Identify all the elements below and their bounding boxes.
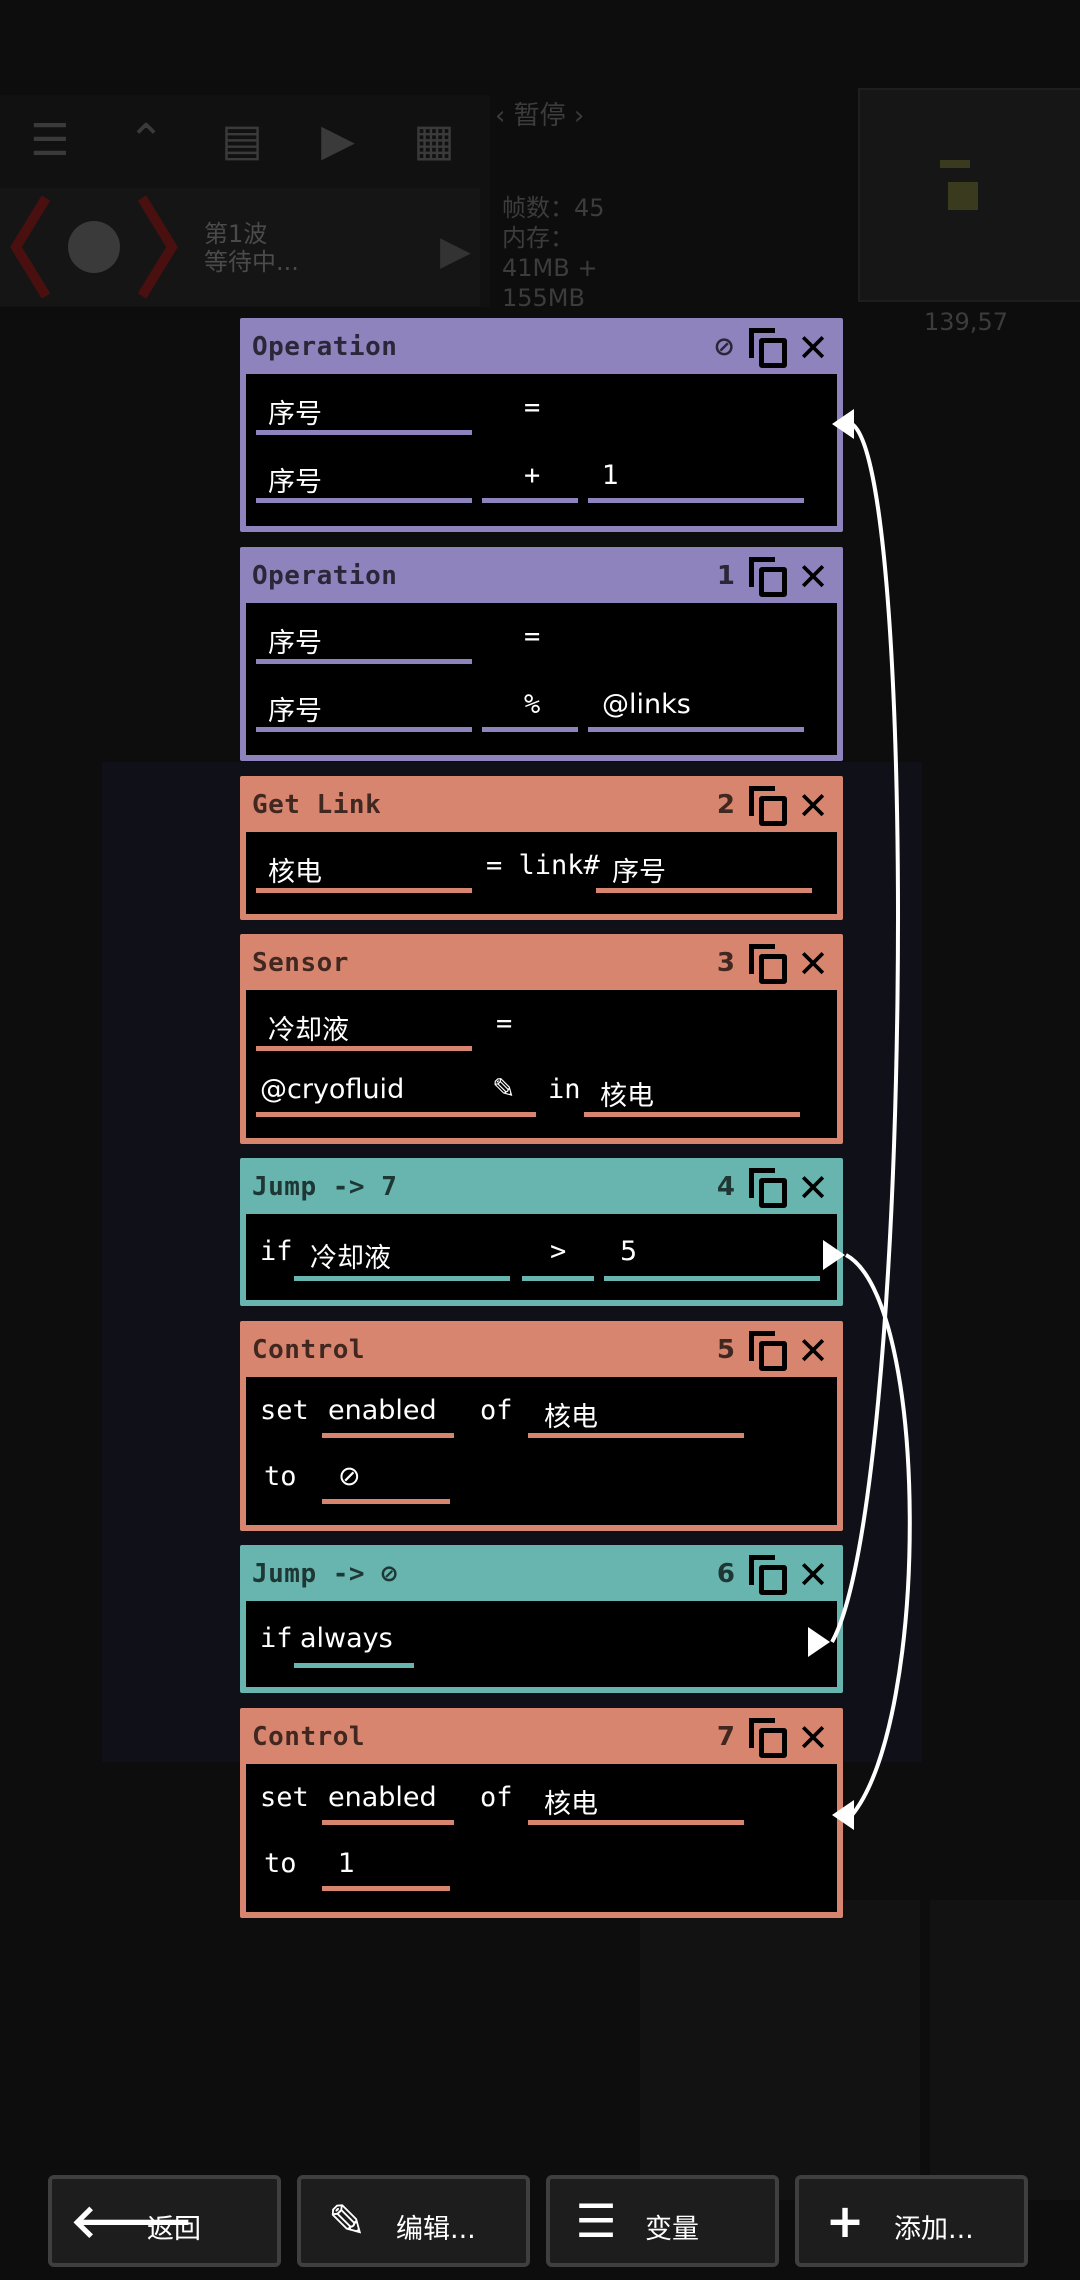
jump-line-4-to-7 bbox=[845, 1253, 912, 1817]
jump-connectors bbox=[830, 422, 912, 1817]
back-label: 返回 bbox=[147, 2214, 201, 2245]
variables-label: 变量 bbox=[645, 2214, 699, 2245]
variables-button[interactable]: ☰ 变量 bbox=[546, 2175, 779, 2267]
edit-icon: ✎ bbox=[327, 2194, 367, 2248]
add-label: 添加... bbox=[894, 2214, 974, 2245]
edit-label: 编辑... bbox=[396, 2214, 476, 2245]
edit-button[interactable]: ✎ 编辑... bbox=[297, 2175, 530, 2267]
add-button[interactable]: + 添加... bbox=[795, 2175, 1028, 2267]
list-icon: ☰ bbox=[575, 2194, 617, 2248]
back-button[interactable]: 🡐 返回 bbox=[48, 2175, 281, 2267]
arrow-left-icon: 🡐 bbox=[70, 2194, 194, 2248]
plus-icon: + bbox=[825, 2194, 865, 2248]
jump-line-6-to-0 bbox=[830, 422, 900, 1643]
